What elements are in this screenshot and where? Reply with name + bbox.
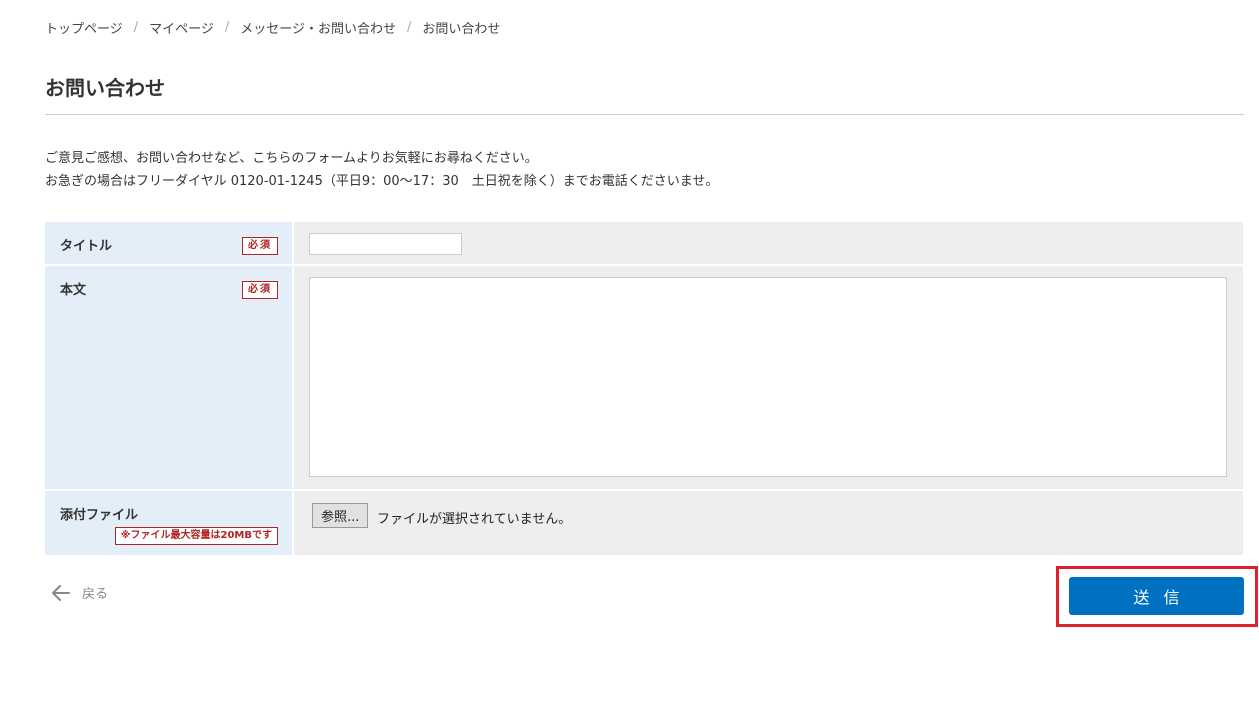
breadcrumb-top[interactable]: トップページ [45,18,123,37]
attachment-label-cell: 添付ファイル ※ファイル最大容量は20MBです [45,491,294,555]
breadcrumb-messages[interactable]: メッセージ・お問い合わせ [240,18,396,37]
required-badge: 必須 [242,237,278,255]
title-divider [45,114,1244,115]
breadcrumb-current: お問い合わせ [422,22,501,37]
title-input[interactable] [309,233,462,255]
body-row: 本文 必須 [45,266,1243,491]
breadcrumb: トップページ / マイページ / メッセージ・お問い合わせ / お問い合わせ [45,18,500,37]
intro-line-2: お急ぎの場合はフリーダイヤル 0120-01-1245（平日9：00〜17：30… [45,174,719,189]
file-status-text: ファイルが選択されていません。 [377,512,572,527]
browse-file-button[interactable]: 参照... [312,503,369,528]
inquiry-form: タイトル 必須 本文 必須 添付ファイル ※ファイル最大容量は20MBです 参照… [45,222,1243,555]
title-row: タイトル 必須 [45,222,1243,266]
title-label: タイトル [60,239,113,254]
body-textarea[interactable] [309,277,1227,477]
attachment-label: 添付ファイル [60,508,139,523]
breadcrumb-separator: / [133,20,139,35]
breadcrumb-mypage[interactable]: マイページ [149,18,214,37]
breadcrumb-separator: / [224,20,230,35]
intro-line-1: ご意見ご感想、お問い合わせなど、こちらのフォームよりお気軽にお尋ねください。 [45,151,538,166]
back-link[interactable]: 戻る [52,583,108,602]
intro-text: ご意見ご感想、お問い合わせなど、こちらのフォームよりお気軽にお尋ねください。 お… [45,147,718,193]
attachment-field-cell: 参照... ファイルが選択されていません。 [294,491,1243,555]
back-label: 戻る [82,587,109,602]
submit-button[interactable]: 送信 [1069,577,1244,615]
body-label: 本文 [60,283,87,298]
title-field-cell [294,222,1243,264]
arrow-left-icon [52,584,70,601]
required-badge: 必須 [242,281,278,299]
body-field-cell [294,266,1243,489]
attachment-size-note: ※ファイル最大容量は20MBです [114,527,278,545]
attachment-row: 添付ファイル ※ファイル最大容量は20MBです 参照... ファイルが選択されて… [45,491,1243,555]
body-label-cell: 本文 必須 [45,266,294,489]
breadcrumb-separator: / [407,20,412,35]
title-label-cell: タイトル 必須 [45,222,294,264]
page-title: お問い合わせ [45,76,165,100]
